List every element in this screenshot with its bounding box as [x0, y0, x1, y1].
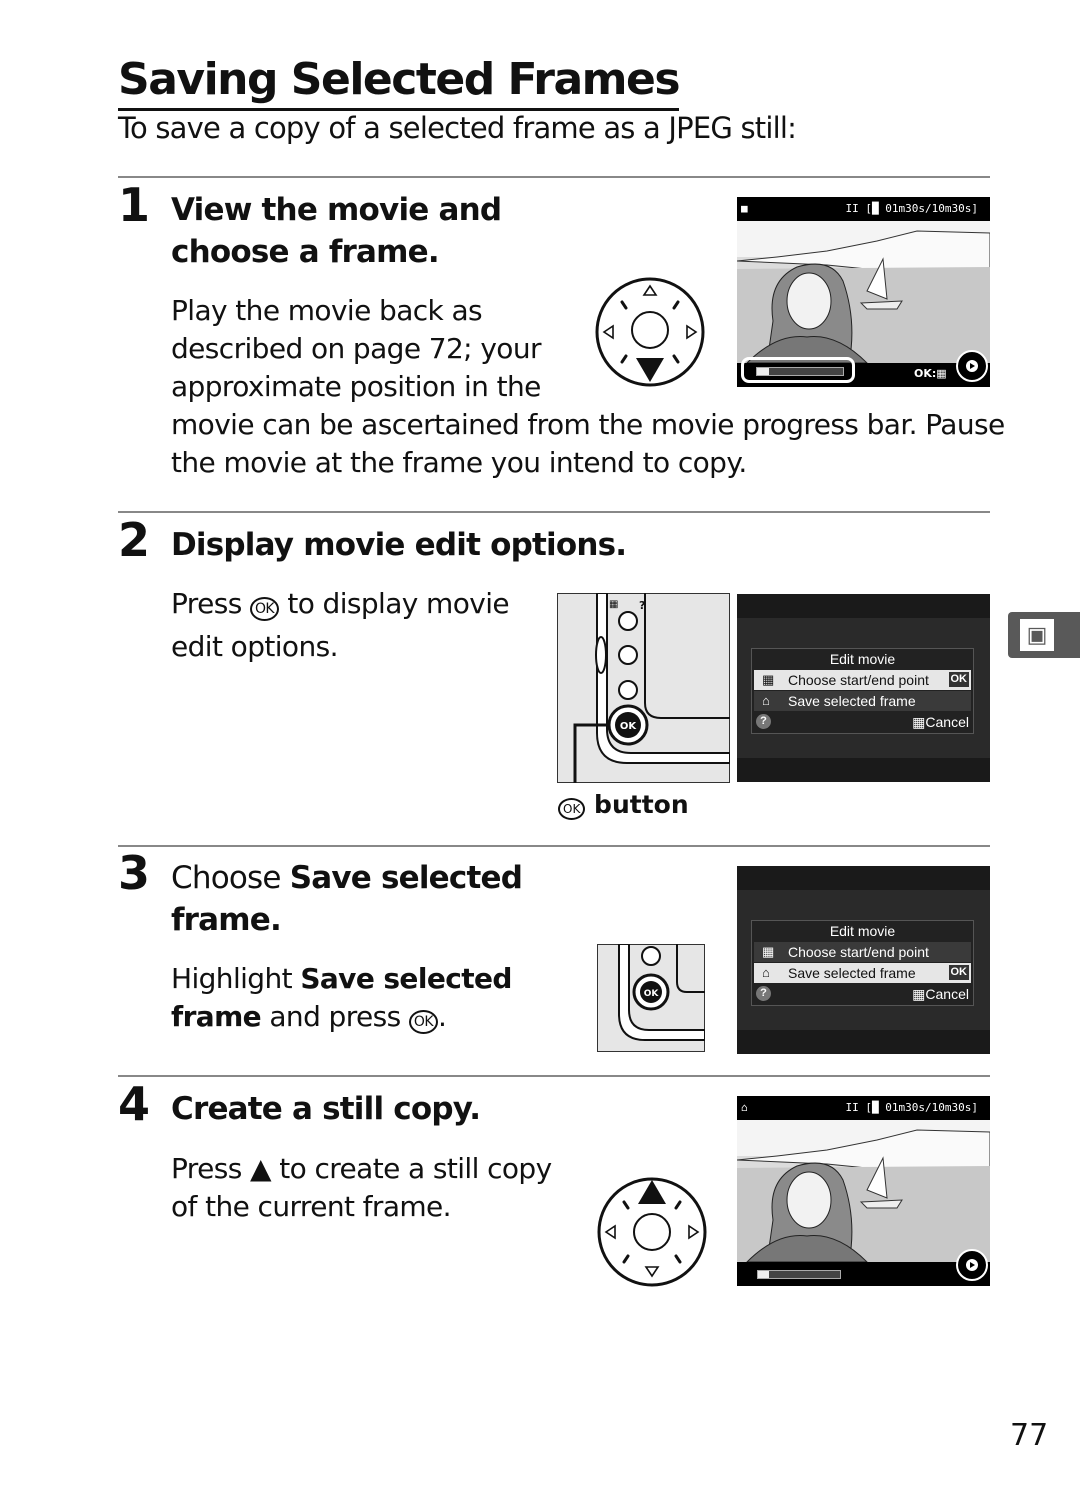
button-caption: OK button — [558, 790, 689, 820]
divider — [118, 176, 990, 178]
body-text: Press — [171, 587, 250, 620]
heading-text: frame. — [171, 902, 282, 938]
menu-item-choose-start-end[interactable]: ▦ Choose start/end point — [754, 942, 971, 962]
playback-controls-icon — [956, 350, 988, 382]
step-heading: Create a still copy. — [171, 1091, 481, 1127]
playback-status: II [█ 01m30s/10m30s] — [845, 1101, 978, 1114]
ok-key-icon: OK — [558, 798, 586, 820]
ok-key-icon: OK — [408, 1010, 438, 1034]
cancel-label: Cancel — [925, 714, 969, 730]
playback-icon: ▦ — [912, 714, 926, 730]
page-title: Saving Selected Frames — [118, 52, 681, 111]
choose-start-end-icon: ▦ — [762, 672, 775, 687]
save-frame-icon: ⌂ — [741, 1101, 748, 1114]
step-number: 1 — [118, 178, 151, 232]
button-caption-label: button — [594, 790, 689, 819]
page-number: 77 — [1010, 1418, 1049, 1453]
menu-item-save-selected-frame[interactable]: ⌂ Save selected frame OK — [754, 963, 971, 983]
ok-badge: OK — [948, 965, 969, 980]
step-heading: View the movie and choose a frame. — [171, 189, 502, 273]
step-body: Highlight Save selected frame and press … — [171, 962, 512, 1034]
step-heading: Choose Save selected frame. — [171, 857, 523, 941]
movie-camera-icon: ▣ — [1020, 619, 1054, 651]
multi-selector-up-icon — [597, 1177, 707, 1287]
body-text: and press — [261, 1000, 409, 1033]
edit-movie-menu: Edit movie ▦ Choose start/end point OK ⌂… — [751, 648, 974, 734]
section-tab-movie: ▣ — [1008, 612, 1080, 658]
body-line: edit options. — [171, 630, 338, 663]
step-body: Press OK to display movie edit options. — [171, 585, 510, 666]
menu-item-save-selected-frame[interactable]: ⌂ Save selected frame — [754, 691, 971, 711]
intro-text: To save a copy of a selected frame as a … — [118, 111, 797, 145]
camera-screen-playback-save: ⌂ II [█ 01m30s/10m30s] — [737, 1096, 990, 1286]
body-text: to create a still copy — [270, 1152, 552, 1185]
movie-frame-image — [737, 221, 990, 364]
progress-bar — [757, 1270, 841, 1279]
step-number: 3 — [118, 846, 151, 900]
save-frame-icon: ⌂ — [762, 965, 770, 980]
menu-item-label: Save selected frame — [788, 965, 916, 981]
menu-item-label: Choose start/end point — [788, 944, 929, 960]
step-number: 2 — [118, 513, 151, 567]
save-frame-icon: ⌂ — [762, 693, 770, 708]
ok-key-icon: OK — [250, 597, 280, 621]
divider — [118, 1075, 990, 1077]
menu-item-label: Choose start/end point — [788, 672, 929, 688]
playback-status: II [█ 01m30s/10m30s] — [845, 202, 978, 215]
step-number: 4 — [118, 1077, 151, 1131]
ok-hint: OK:▦ — [914, 367, 947, 380]
progress-bar-highlight — [741, 357, 855, 383]
divider — [118, 845, 990, 847]
progress-bar-fill — [757, 368, 770, 375]
body-bold: frame — [171, 1000, 262, 1033]
playback-icon: ▦ — [912, 986, 926, 1002]
progress-bar — [756, 367, 844, 376]
cancel-button[interactable]: ▦Cancel — [912, 984, 969, 1004]
step-body: Press ▲ to create a still copy of the cu… — [171, 1150, 552, 1226]
menu-title: Edit movie — [829, 923, 896, 939]
multi-selector-down-icon — [595, 277, 705, 387]
movie-frame-image — [737, 1120, 990, 1263]
ok-button-illustration: OK — [597, 944, 705, 1052]
help-icon[interactable]: ? — [756, 714, 771, 729]
body-text: Highlight — [171, 962, 301, 995]
step-heading: Display movie edit options. — [171, 527, 627, 563]
body-text: to display movie — [279, 587, 510, 620]
body-line: the movie at the frame you intend to cop… — [171, 446, 747, 479]
heading-text: Choose — [171, 860, 290, 896]
menu-item-label: Save selected frame — [788, 693, 916, 709]
camera-screen-playback: ■ II [█ 01m30s/10m30s] OK:▦ — [737, 197, 990, 387]
body-text: Press — [171, 1152, 250, 1185]
cancel-label: Cancel — [925, 986, 969, 1002]
body-line: of the current frame. — [171, 1190, 452, 1223]
choose-start-end-icon: ▦ — [936, 367, 947, 380]
cancel-button[interactable]: ▦Cancel — [912, 712, 969, 732]
step-heading-line: View the movie and — [171, 192, 502, 228]
divider — [118, 511, 990, 513]
camera-screen-edit-movie: Edit movie ▦ Choose start/end point OK ⌂… — [737, 594, 990, 782]
camera-screen-edit-movie-save: Edit movie ▦ Choose start/end point ⌂ Sa… — [737, 866, 990, 1054]
heading-bold: Save selected — [289, 860, 523, 896]
menu-item-choose-start-end[interactable]: ▦ Choose start/end point OK — [754, 670, 971, 690]
edit-movie-menu: Edit movie ▦ Choose start/end point ⌂ Sa… — [751, 920, 974, 1006]
svg-text:?: ? — [639, 599, 645, 612]
body-line: movie can be ascertained from the movie … — [171, 408, 1005, 441]
ok-badge: OK — [948, 672, 969, 687]
movie-icon: ■ — [741, 202, 748, 215]
step-heading-line: choose a frame. — [171, 234, 440, 270]
choose-start-end-icon: ▦ — [762, 944, 775, 959]
playback-controls-icon — [956, 1249, 988, 1281]
progress-bar-fill — [758, 1271, 770, 1278]
up-arrow-icon: ▲ — [250, 1152, 272, 1185]
svg-text:▦: ▦ — [609, 599, 618, 610]
help-icon[interactable]: ? — [756, 986, 771, 1001]
svg-text:OK: OK — [620, 721, 638, 732]
body-bold: Save selected — [300, 962, 512, 995]
menu-title: Edit movie — [829, 651, 896, 667]
svg-text:OK: OK — [644, 989, 660, 999]
ok-hint-label: OK: — [914, 367, 937, 380]
camera-back-illustration: ▦ ? OK — [557, 593, 730, 783]
